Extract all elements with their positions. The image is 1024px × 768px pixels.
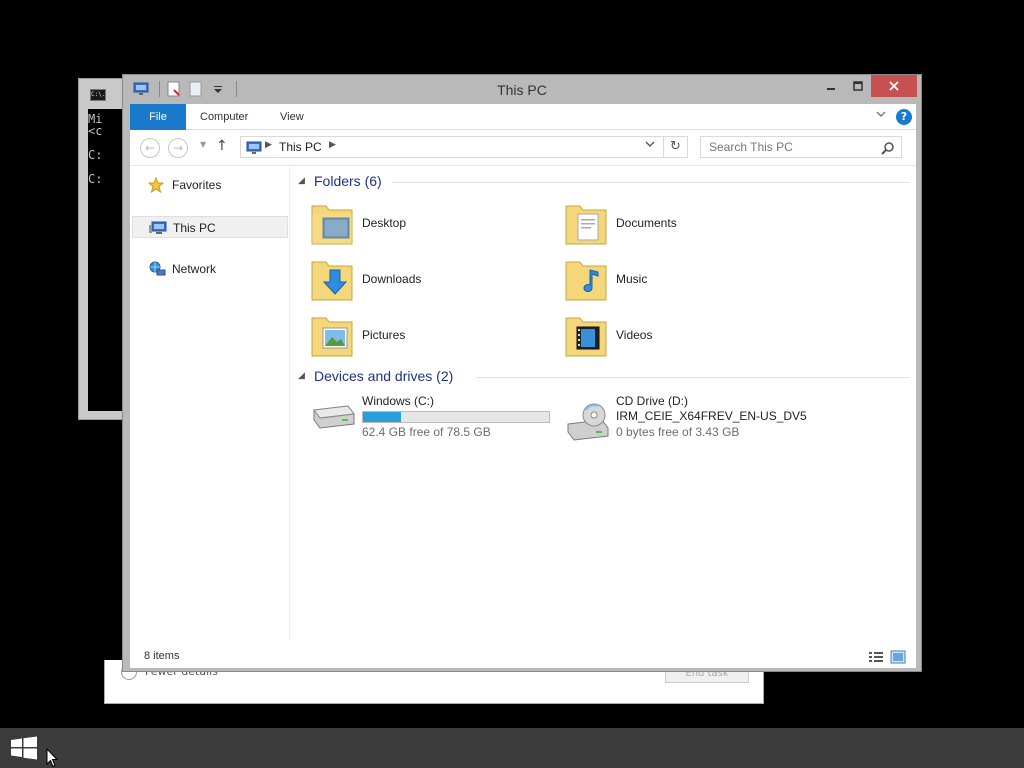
folder-pictures[interactable]: Pictures [310, 312, 560, 364]
breadcrumb-separator-icon[interactable]: ▶ [265, 140, 272, 150]
documents-folder-icon [565, 205, 607, 245]
expand-ribbon-chevron-icon[interactable] [876, 110, 886, 121]
desktop-folder-icon [311, 205, 353, 245]
folder-downloads[interactable]: Downloads [310, 256, 560, 308]
videos-folder-icon [565, 317, 607, 357]
console-line: <c [88, 124, 103, 138]
taskbar [0, 728, 1024, 768]
folder-label: Documents [616, 216, 677, 230]
search-input[interactable] [701, 137, 877, 157]
forward-button[interactable]: → [168, 138, 188, 158]
tab-file[interactable]: File [130, 104, 186, 130]
group-divider [392, 182, 910, 183]
navigation-pane: Favorites This PC Network [130, 166, 290, 640]
maximize-button[interactable] [845, 75, 871, 97]
start-button[interactable] [10, 736, 38, 760]
sidebar-item-label: This PC [173, 221, 216, 235]
address-history-dropdown-icon[interactable] [645, 140, 655, 151]
computer-icon [246, 140, 262, 159]
drive-free-space: 62.4 GB free of 78.5 GB [362, 425, 491, 439]
file-explorer-window: This PC File Computer View ? ← → ▼ ↑ ▶ T… [122, 74, 922, 672]
sidebar-item-favorites[interactable]: Favorites [132, 174, 288, 196]
folder-documents[interactable]: Documents [564, 200, 814, 252]
up-button[interactable]: ↑ [216, 138, 228, 154]
search-icon[interactable] [881, 140, 895, 159]
hard-drive-icon [313, 405, 355, 429]
sidebar-item-label: Favorites [172, 178, 222, 192]
content-pane[interactable]: ◢ Folders (6) Desktop Documents Download… [292, 166, 916, 640]
close-icon [889, 81, 899, 91]
drive-volume-label: IRM_CEIE_X64FREV_EN-US_DV5 [616, 409, 807, 423]
console-line: C: [88, 148, 103, 162]
close-button[interactable] [871, 75, 917, 97]
folder-label: Downloads [362, 272, 422, 286]
drive-cd-d[interactable]: CD Drive (D:) IRM_CEIE_X64FREV_EN-US_DV5… [564, 394, 814, 446]
sidebar-item-label: Network [172, 262, 217, 276]
cd-drive-icon [567, 403, 609, 441]
group-title: Folders (6) [314, 173, 382, 189]
pictures-folder-icon [311, 317, 353, 357]
explorer-content: File Computer View ? ← → ▼ ↑ ▶ This PC ▶ [130, 104, 916, 668]
breadcrumb-this-pc[interactable]: This PC [279, 140, 322, 154]
drive-name: Windows (C:) [362, 394, 435, 408]
drive-windows-c[interactable]: Windows (C:) 62.4 GB free of 78.5 GB [310, 394, 560, 446]
large-icons-view-icon[interactable] [890, 649, 906, 664]
tab-view[interactable]: View [280, 104, 304, 130]
details-view-icon[interactable] [868, 649, 884, 663]
minimize-icon [827, 88, 835, 90]
command-prompt-icon: C:\. [90, 89, 106, 101]
status-bar: 8 items [130, 644, 916, 668]
devices-group-header[interactable]: ◢ Devices and drives (2) [298, 367, 910, 389]
search-box[interactable] [700, 136, 902, 158]
collapse-group-icon[interactable]: ◢ [298, 371, 305, 381]
maximize-icon [853, 81, 863, 91]
drive-usage-fill [363, 412, 402, 422]
mouse-cursor-icon [46, 747, 59, 768]
tab-computer[interactable]: Computer [200, 104, 248, 130]
sidebar-item-network[interactable]: Network [132, 258, 288, 280]
folder-videos[interactable]: Videos [564, 312, 814, 364]
address-bar[interactable]: ▶ This PC ▶ ↻ [240, 136, 688, 158]
folder-label: Pictures [362, 328, 406, 342]
recent-locations-dropdown-icon[interactable]: ▼ [200, 140, 206, 149]
folder-music[interactable]: Music [564, 256, 814, 308]
group-divider [476, 377, 910, 378]
breadcrumb-separator-icon[interactable]: ▶ [329, 140, 336, 150]
music-folder-icon [565, 261, 607, 301]
drive-name: CD Drive (D:) [616, 394, 688, 408]
title-bar[interactable]: This PC [123, 75, 921, 103]
group-title: Devices and drives (2) [314, 368, 454, 384]
command-prompt-window[interactable]: C:\. Mi <c C: C: [78, 78, 129, 420]
network-icon [148, 261, 166, 277]
folder-desktop[interactable]: Desktop [310, 200, 560, 252]
downloads-folder-icon [311, 261, 353, 301]
item-count: 8 items [144, 650, 180, 662]
folder-label: Videos [616, 328, 653, 342]
drive-free-space: 0 bytes free of 3.43 GB [616, 425, 740, 439]
refresh-button[interactable]: ↻ [663, 137, 687, 157]
window-title: This PC [497, 82, 547, 98]
windows-logo-icon [11, 736, 37, 760]
help-icon[interactable]: ? [896, 109, 912, 125]
back-button[interactable]: ← [140, 138, 160, 158]
console-line: C: [88, 172, 103, 186]
collapse-group-icon[interactable]: ◢ [298, 176, 305, 186]
sidebar-item-this-pc[interactable]: This PC [132, 216, 288, 238]
drive-usage-bar [362, 411, 550, 423]
star-icon [147, 176, 166, 194]
computer-icon [149, 220, 167, 236]
folder-label: Desktop [362, 216, 407, 230]
ribbon-tabs: File Computer View ? [130, 104, 916, 130]
folder-label: Music [616, 272, 648, 286]
navigation-bar: ← → ▼ ↑ ▶ This PC ▶ ↻ [130, 130, 916, 166]
folders-group-header[interactable]: ◢ Folders (6) [298, 172, 910, 194]
minimize-button[interactable] [817, 75, 845, 97]
